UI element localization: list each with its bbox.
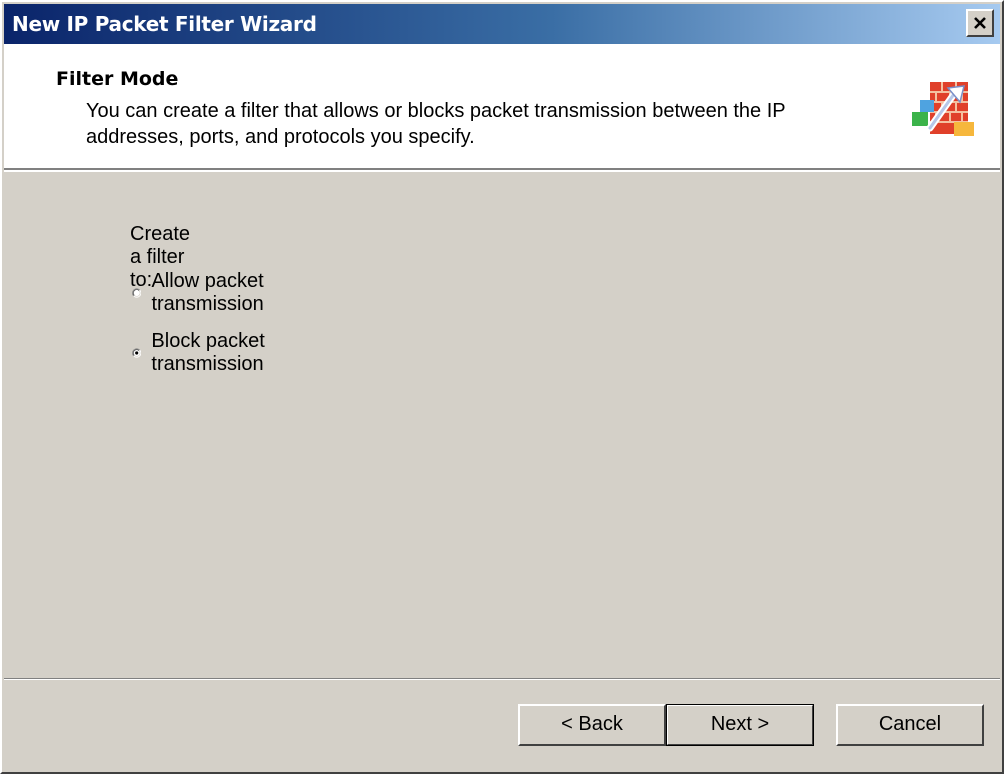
close-button[interactable] <box>966 9 994 37</box>
radio-unchecked-icon[interactable] <box>132 284 142 302</box>
close-icon <box>974 17 986 29</box>
cancel-button[interactable]: Cancel <box>836 704 984 746</box>
allow-option-label: Allow packet transmission <box>151 270 264 315</box>
page-title: Filter Mode <box>56 68 179 90</box>
allow-option[interactable]: Allow packet transmission <box>132 270 272 315</box>
window-title: New IP Packet Filter Wizard <box>12 12 317 36</box>
radio-checked-icon[interactable] <box>132 344 142 362</box>
next-button[interactable]: Next > <box>666 704 814 746</box>
firewall-icon <box>908 70 978 145</box>
block-option[interactable]: Block packet transmission <box>132 330 272 375</box>
page-description: You can create a filter that allows or b… <box>86 100 786 148</box>
title-bar[interactable]: New IP Packet Filter Wizard <box>4 4 1000 44</box>
wizard-header: Filter Mode You can create a filter that… <box>4 44 1000 170</box>
wizard-window: New IP Packet Filter Wizard Filter Mode … <box>0 0 1004 774</box>
back-button[interactable]: < Back <box>518 704 666 746</box>
footer-separator <box>4 678 1000 680</box>
block-option-label: Block packet transmission <box>151 330 265 375</box>
